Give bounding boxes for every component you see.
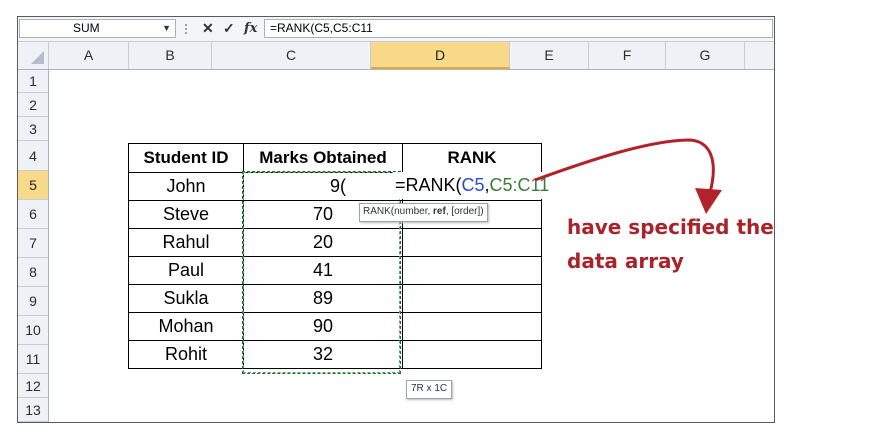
active-cell-editor[interactable]: =RANK(C5,C5:C11 [393, 172, 549, 199]
function-argument-tooltip[interactable]: RANK(number, ref, [order]) [359, 203, 488, 222]
formula-bar-grip-icon[interactable] [183, 21, 189, 37]
formula-prefix: =RANK( [395, 175, 462, 195]
cell-student[interactable]: Steve [128, 200, 244, 229]
column-header-e[interactable]: E [510, 42, 589, 69]
cell-student[interactable]: Rahul [128, 228, 244, 257]
selection-size-tooltip: 7R x 1C [406, 380, 453, 399]
row-header-1[interactable]: 1 [18, 70, 48, 93]
name-box-dropdown-icon[interactable]: ▼ [162, 20, 171, 37]
row-header-6[interactable]: 6 [18, 200, 48, 229]
annotation-line-2: data array [567, 249, 684, 273]
cell-marks[interactable]: 90 [243, 312, 403, 341]
tooltip-current-arg: ref [433, 206, 446, 217]
insert-function-icon[interactable]: fx [244, 19, 257, 38]
row-header-7[interactable]: 7 [18, 229, 48, 258]
row-header-3[interactable]: 3 [18, 117, 48, 141]
column-header-bar: A B C D E F G [18, 42, 774, 70]
column-header-d[interactable]: D [371, 42, 510, 69]
table-row: Rohit 32 [128, 340, 542, 369]
select-all-corner[interactable] [18, 42, 49, 69]
table-row: Rahul 20 [128, 228, 542, 257]
cell-rank[interactable] [402, 340, 542, 369]
name-box-value: SUM [73, 21, 100, 35]
row-header-8[interactable]: 8 [18, 258, 48, 287]
name-box[interactable]: SUM ▼ [19, 19, 176, 38]
header-student-id[interactable]: Student ID [128, 143, 244, 173]
table-row: Sukla 89 [128, 284, 542, 313]
column-header-c[interactable]: C [212, 42, 371, 69]
row-header-10[interactable]: 10 [18, 316, 48, 345]
cell-student[interactable]: Mohan [128, 312, 244, 341]
cell-student[interactable]: Rohit [128, 340, 244, 369]
column-header-f[interactable]: F [589, 42, 666, 69]
formula-ref-c5: C5 [461, 175, 485, 195]
row-header-5[interactable]: 5 [18, 171, 48, 200]
row-header-13[interactable]: 13 [18, 398, 48, 422]
cell-student[interactable]: John [128, 172, 244, 201]
table-header-row: Student ID Marks Obtained RANK [128, 143, 542, 173]
annotation-line-1: have specified the [567, 215, 774, 239]
annotation-text: have specified the data array [567, 210, 777, 278]
cell-marks[interactable]: 89 [243, 284, 403, 313]
cell-rank[interactable] [402, 284, 542, 313]
tooltip-rest: , [order]) [445, 206, 484, 217]
row-header-12[interactable]: 12 [18, 374, 48, 398]
cell-marks[interactable]: 32 [243, 340, 403, 369]
column-header-g[interactable]: G [666, 42, 745, 69]
cell-student[interactable]: Paul [128, 256, 244, 285]
column-header-b[interactable]: B [129, 42, 212, 69]
cell-rank[interactable] [402, 312, 542, 341]
formula-ref-range: C5:C11 [489, 175, 550, 195]
row-header-9[interactable]: 9 [18, 287, 48, 316]
table-row: Paul 41 [128, 256, 542, 285]
formula-input[interactable]: =RANK(C5,C5:C11 [264, 19, 773, 38]
cell-marks-c5[interactable]: 9( [243, 172, 403, 201]
row-header-4[interactable]: 4 [18, 141, 48, 171]
formula-bar: SUM ▼ ✕ ✓ fx =RANK(C5,C5:C11 [18, 17, 774, 42]
row-header-2[interactable]: 2 [18, 93, 48, 117]
header-marks-obtained[interactable]: Marks Obtained [243, 143, 403, 173]
header-rank[interactable]: RANK [402, 143, 542, 173]
cell-marks[interactable]: 20 [243, 228, 403, 257]
cancel-icon[interactable]: ✕ [202, 19, 214, 38]
cell-marks[interactable]: 41 [243, 256, 403, 285]
cell-rank[interactable] [402, 256, 542, 285]
column-header-a[interactable]: A [49, 42, 129, 69]
row-header-11[interactable]: 11 [18, 345, 48, 374]
tooltip-function: RANK(number, [363, 206, 434, 217]
enter-icon[interactable]: ✓ [223, 19, 235, 38]
cell-rank[interactable] [402, 228, 542, 257]
cell-student[interactable]: Sukla [128, 284, 244, 313]
row-header-bar: 1 2 3 4 5 6 7 8 9 10 11 12 13 [18, 70, 49, 422]
table-row: Mohan 90 [128, 312, 542, 341]
